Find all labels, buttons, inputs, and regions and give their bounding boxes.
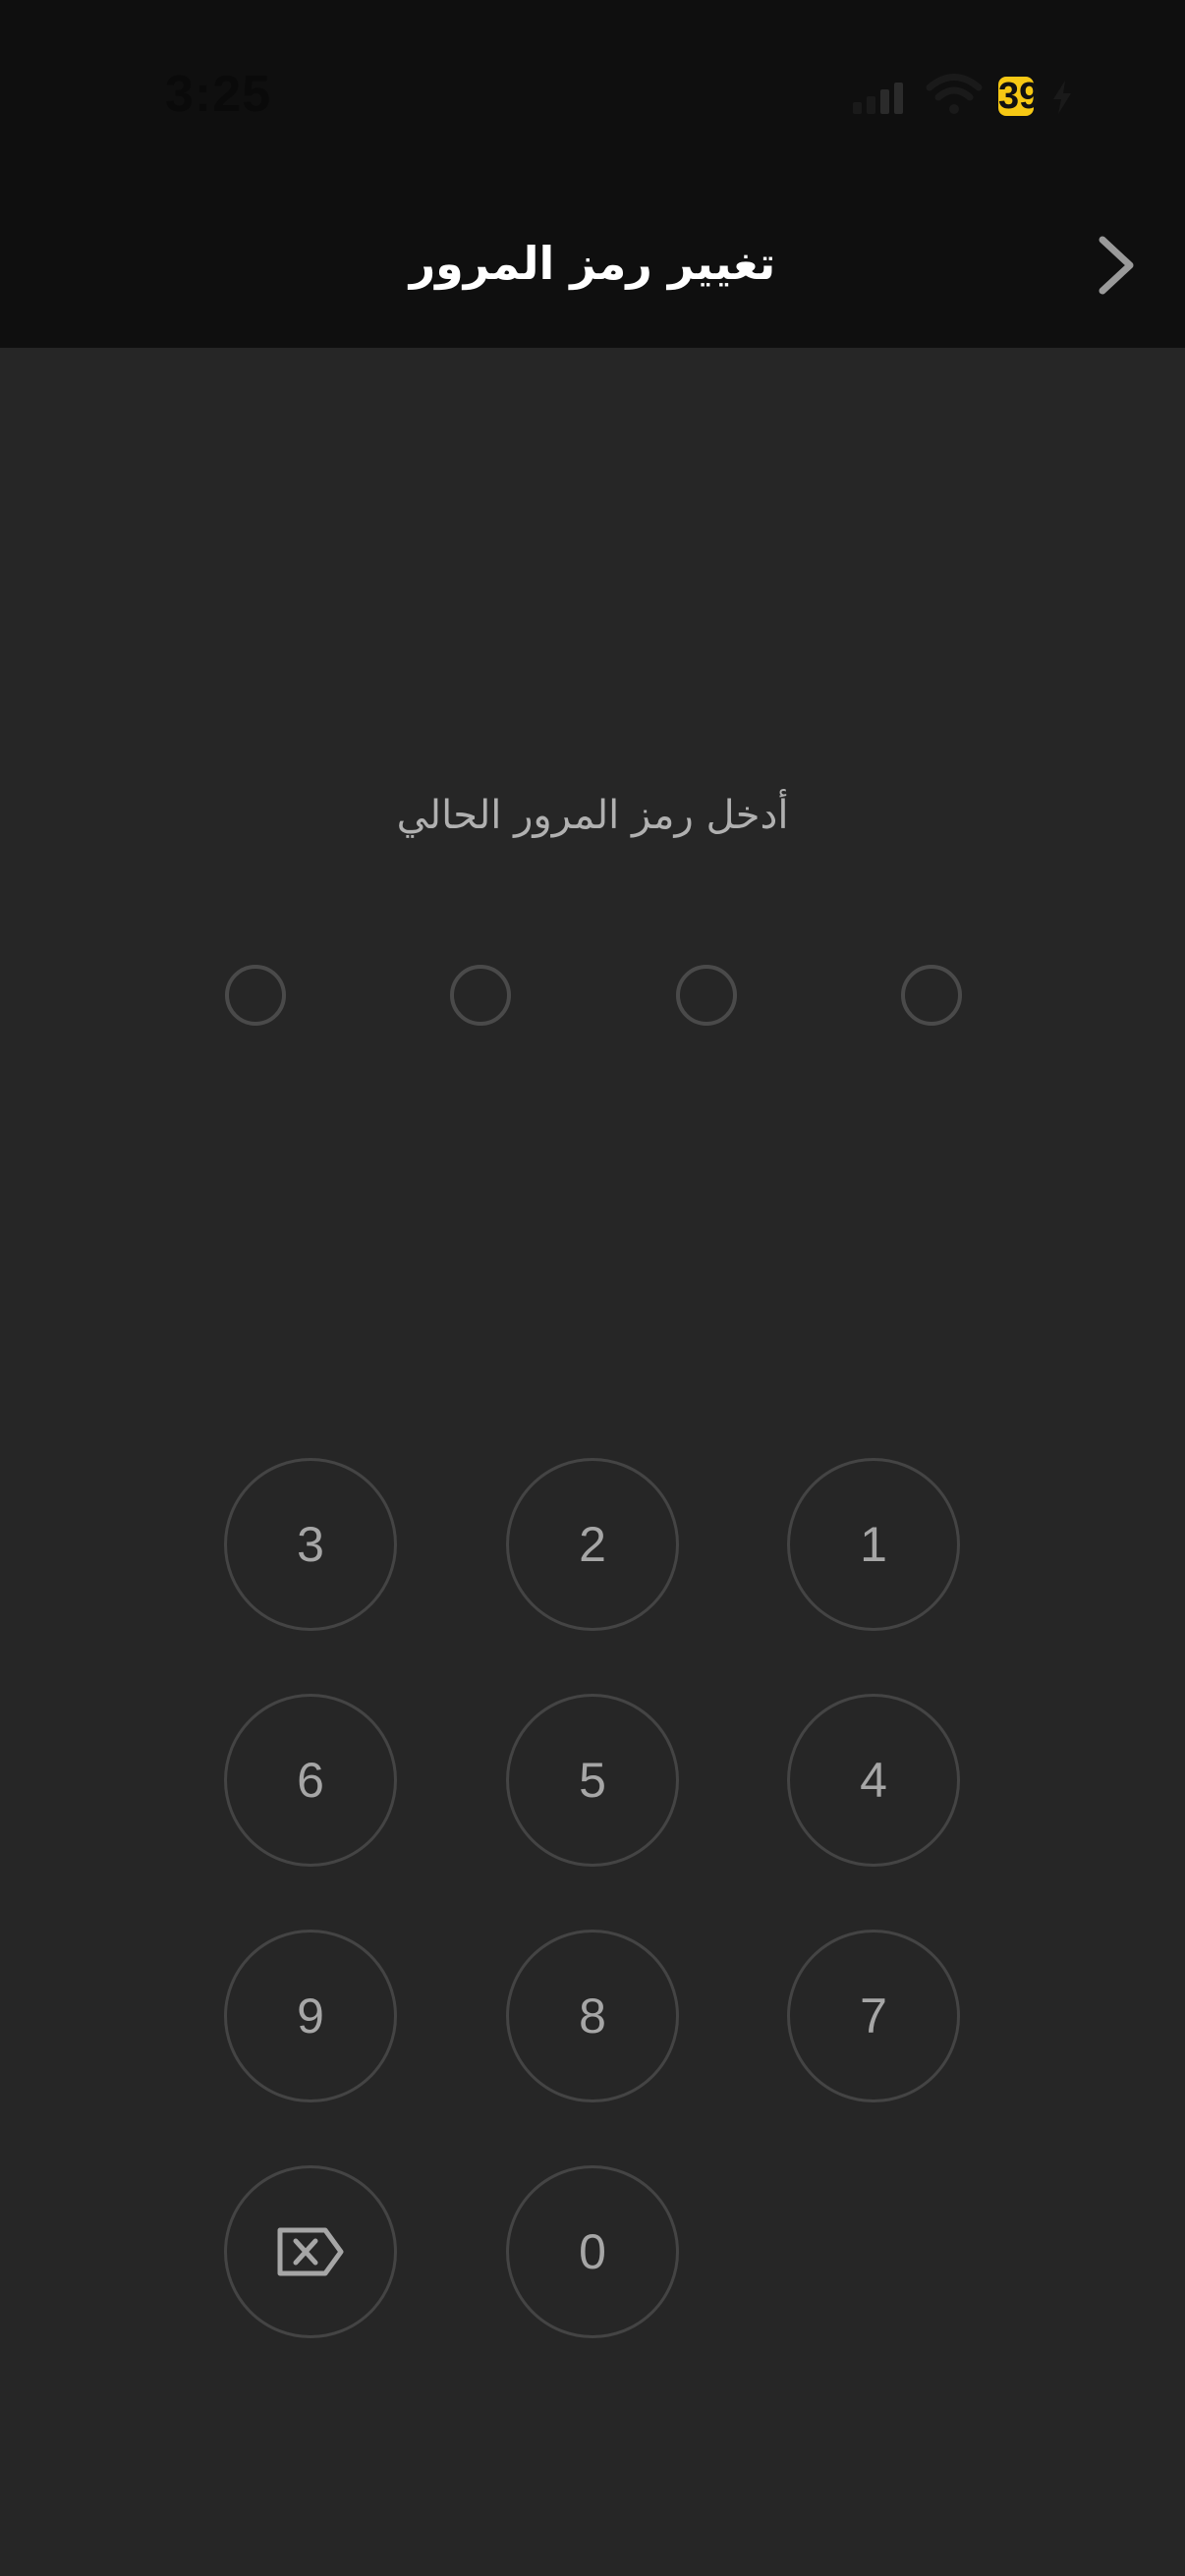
passcode-dot <box>450 965 511 1026</box>
keypad-key-4[interactable]: 4 <box>787 1694 960 1867</box>
keypad-key-3[interactable]: 3 <box>224 1458 397 1631</box>
top-bar: 3:25 39 تغيير رمز المرور <box>0 0 1185 348</box>
passcode-prompt: أدخل رمز المرور الحالي <box>396 793 789 838</box>
charging-bolt-icon <box>1053 81 1071 114</box>
passcode-dot <box>901 965 962 1026</box>
keypad-key-1[interactable]: 1 <box>787 1458 960 1631</box>
keypad-key-0[interactable]: 0 <box>506 2165 679 2338</box>
keypad-key-2[interactable]: 2 <box>506 1458 679 1631</box>
wifi-icon <box>926 74 983 114</box>
keypad-key-9[interactable]: 9 <box>224 1930 397 2102</box>
page-title: تغيير رمز المرور <box>409 237 776 290</box>
passcode-dot <box>225 965 286 1026</box>
battery-level: 39 <box>998 76 1041 117</box>
chevron-right-icon[interactable] <box>1093 232 1142 299</box>
signal-icon <box>849 81 908 114</box>
status-time: 3:25 <box>165 66 272 123</box>
keypad-key-6[interactable]: 6 <box>224 1694 397 1867</box>
keypad-key-8[interactable]: 8 <box>506 1930 679 2102</box>
passcode-dot <box>676 965 737 1026</box>
delete-button[interactable] <box>224 2165 397 2338</box>
keypad-key-5[interactable]: 5 <box>506 1694 679 1867</box>
status-icons: 39 <box>845 69 1081 124</box>
backspace-icon <box>277 2227 344 2276</box>
keypad-key-7[interactable]: 7 <box>787 1930 960 2102</box>
